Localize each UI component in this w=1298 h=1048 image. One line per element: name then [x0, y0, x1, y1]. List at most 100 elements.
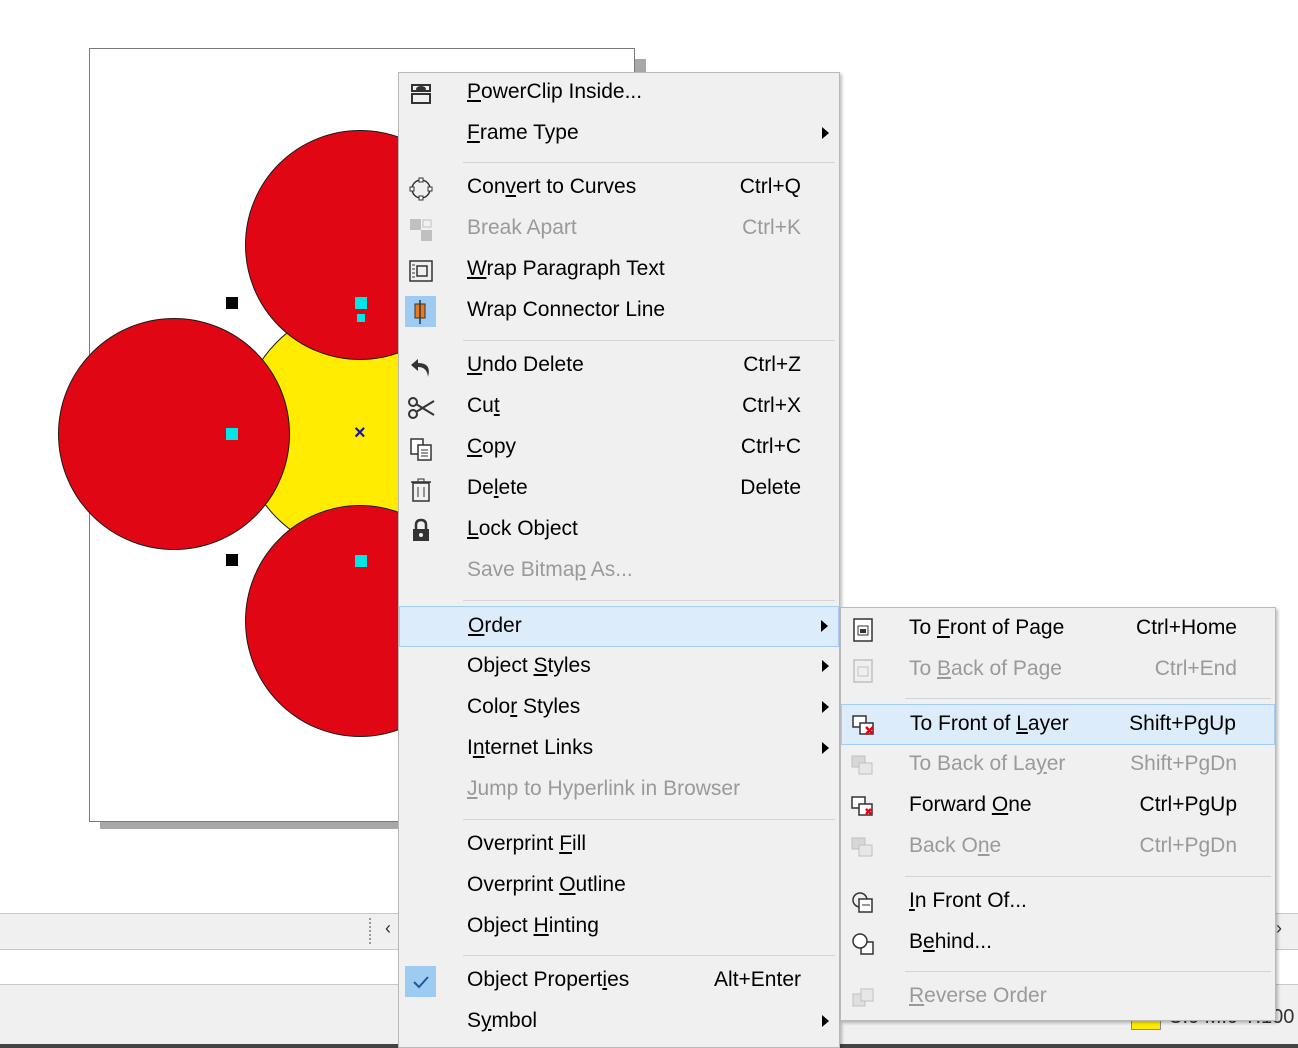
copy-icon	[405, 433, 436, 464]
menu-label: Order	[468, 614, 522, 637]
menu-label: Undo Delete	[467, 353, 584, 376]
wrap-text-icon	[405, 255, 436, 286]
menu-item-frame-type[interactable]: Frame Type	[399, 114, 839, 155]
menu-separator	[905, 876, 1271, 877]
break-apart-icon	[405, 214, 436, 245]
order-submenu: To Front of Page Ctrl+Home To Back of Pa…	[840, 607, 1276, 1021]
menu-item-symbol[interactable]: Symbol	[399, 1002, 839, 1043]
menu-label: Symbol	[467, 1009, 538, 1032]
menu-label: Object Properties	[467, 968, 630, 991]
menu-item-behind[interactable]: Behind...	[841, 923, 1275, 964]
menu-label: Behind...	[909, 930, 992, 953]
menu-label: Internet Links	[467, 736, 594, 759]
submenu-arrow-icon	[822, 127, 829, 139]
menu-label: Save Bitmap As...	[467, 558, 633, 581]
menu-label: Convert to Curves	[467, 175, 637, 198]
submenu-arrow-icon	[821, 620, 828, 632]
menu-label: To Back of Page	[909, 657, 1062, 680]
menu-item-lock-object[interactable]: Lock Object	[399, 510, 839, 551]
menu-item-delete[interactable]: Delete Delete	[399, 469, 839, 510]
menu-shortcut: Ctrl+Home	[1136, 616, 1237, 639]
menu-shortcut: Ctrl+Z	[743, 353, 801, 376]
menu-label: Forward One	[909, 793, 1032, 816]
menu-item-forward-one[interactable]: Forward One Ctrl+PgUp	[841, 786, 1275, 827]
menu-item-internet-links[interactable]: Internet Links	[399, 729, 839, 770]
menu-label: Overprint Outline	[467, 873, 626, 896]
menu-separator	[463, 340, 835, 341]
rotation-center-marker: ×	[354, 422, 366, 444]
menu-item-overprint-fill[interactable]: Overprint Fill	[399, 825, 839, 866]
red-circle-left[interactable]	[58, 318, 290, 550]
menu-label: Object Hinting	[467, 914, 599, 937]
menu-label: Copy	[467, 435, 517, 458]
menu-separator	[463, 819, 835, 820]
menu-item-save-bitmap-as: Save Bitmap As...	[399, 551, 839, 592]
menu-shortcut: Ctrl+K	[742, 216, 801, 239]
menu-item-back-one: Back One Ctrl+PgDn	[841, 827, 1275, 868]
menu-shortcut: Ctrl+C	[740, 435, 801, 458]
in-front-of-icon	[847, 887, 878, 918]
menu-item-object-styles[interactable]: Object Styles	[399, 647, 839, 688]
menu-item-undo-delete[interactable]: Undo Delete Ctrl+Z	[399, 346, 839, 387]
menu-item-jump-to-hyperlink: Jump to Hyperlink in Browser	[399, 770, 839, 811]
menu-shortcut: Delete	[740, 476, 801, 499]
menu-item-wrap-connector-line[interactable]: Wrap Connector Line	[399, 291, 839, 332]
scrollbar-grip[interactable]	[369, 918, 377, 944]
forward-one-icon	[847, 791, 878, 822]
menu-item-color-styles[interactable]: Color Styles	[399, 688, 839, 729]
back-of-layer-icon	[847, 750, 878, 781]
menu-label: Jump to Hyperlink in Browser	[467, 777, 741, 800]
menu-item-wrap-paragraph-text[interactable]: Wrap Paragraph Text	[399, 250, 839, 291]
menu-label: Color Styles	[467, 695, 581, 718]
menu-label: To Front of Layer	[910, 712, 1069, 735]
menu-item-in-front-of[interactable]: In Front Of...	[841, 882, 1275, 923]
menu-shortcut: Shift+PgUp	[1129, 712, 1236, 735]
menu-separator	[905, 698, 1271, 699]
menu-label: Wrap Paragraph Text	[467, 257, 665, 280]
center-node-top-circle-sub	[357, 314, 365, 322]
selection-handle-bottom-left[interactable]	[226, 554, 238, 566]
menu-item-reverse-order: Reverse Order	[841, 977, 1275, 1018]
menu-label: Delete	[467, 476, 528, 499]
back-one-icon	[847, 832, 878, 863]
center-node-top-circle[interactable]	[355, 297, 367, 309]
menu-shortcut: Ctrl+End	[1154, 657, 1237, 680]
menu-shortcut: Ctrl+PgUp	[1139, 793, 1237, 816]
menu-label: Lock Object	[467, 517, 578, 540]
menu-item-to-front-of-page[interactable]: To Front of Page Ctrl+Home	[841, 609, 1275, 650]
menu-item-order[interactable]: Order	[399, 606, 839, 647]
menu-separator	[905, 971, 1271, 972]
front-of-page-icon	[847, 614, 878, 645]
menu-item-cut[interactable]: Cut Ctrl+X	[399, 387, 839, 428]
menu-item-convert-to-curves[interactable]: Convert to Curves Ctrl+Q	[399, 168, 839, 209]
menu-label: PowerClip Inside...	[467, 80, 643, 103]
front-of-layer-icon	[848, 710, 879, 741]
menu-item-to-front-of-layer[interactable]: To Front of Layer Shift+PgUp	[841, 704, 1275, 745]
undo-icon	[405, 351, 436, 382]
menu-shortcut: Alt+Enter	[714, 968, 801, 991]
menu-label: In Front Of...	[909, 889, 1027, 912]
menu-item-to-back-of-page: To Back of Page Ctrl+End	[841, 650, 1275, 691]
menu-item-copy[interactable]: Copy Ctrl+C	[399, 428, 839, 469]
center-node-left-circle[interactable]	[226, 428, 238, 440]
menu-item-object-hinting[interactable]: Object Hinting	[399, 907, 839, 948]
menu-item-overprint-outline[interactable]: Overprint Outline	[399, 866, 839, 907]
center-node-bottom-circle[interactable]	[355, 555, 367, 567]
menu-separator	[463, 600, 835, 601]
menu-shortcut: Ctrl+X	[742, 394, 801, 417]
scissors-icon	[405, 392, 436, 423]
menu-label: Overprint Fill	[467, 832, 587, 855]
menu-label: Back One	[909, 834, 1002, 857]
menu-label: Frame Type	[467, 121, 579, 144]
menu-item-object-properties[interactable]: Object Properties Alt+Enter	[399, 961, 839, 1002]
scroll-left-icon[interactable]: ‹	[385, 918, 391, 939]
menu-item-powerclip-inside[interactable]: PowerClip Inside...	[399, 73, 839, 114]
lock-icon	[405, 515, 436, 546]
selection-handle-top-left[interactable]	[226, 297, 238, 309]
submenu-arrow-icon	[822, 742, 829, 754]
menu-shortcut: Shift+PgDn	[1130, 752, 1237, 775]
behind-icon	[847, 928, 878, 959]
menu-shortcut: Ctrl+Q	[739, 175, 801, 198]
back-of-page-icon	[847, 655, 878, 686]
scroll-right-icon[interactable]: ›	[1276, 918, 1282, 939]
